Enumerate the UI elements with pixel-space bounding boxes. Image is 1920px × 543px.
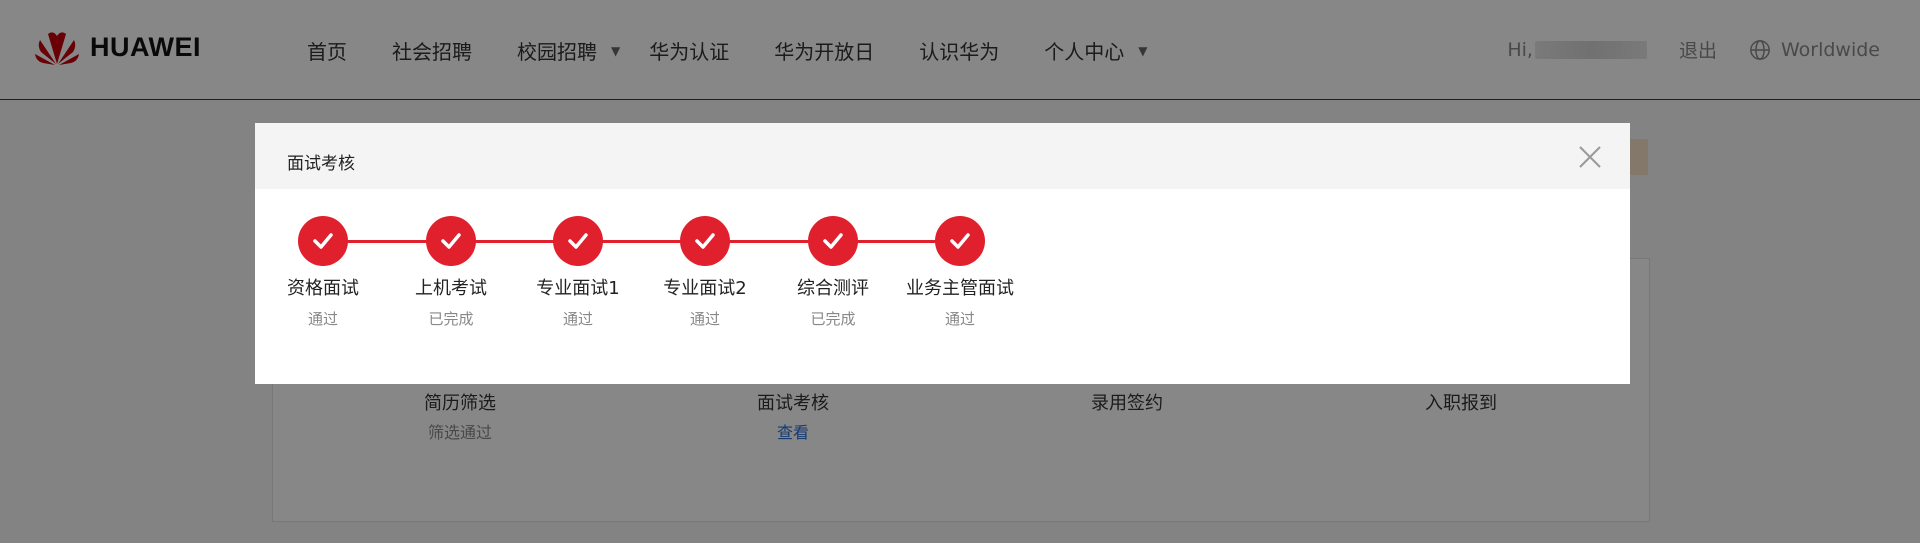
interview-step: 综合测评 已完成 [773, 216, 893, 329]
check-icon [553, 216, 603, 266]
check-icon [808, 216, 858, 266]
close-icon[interactable] [1576, 143, 1604, 171]
interview-modal: 面试考核 资格面试 通过 上机考试 已完成 专业面试1 通过 专业面试2 通过 [255, 123, 1630, 384]
step-status: 通过 [562, 310, 593, 328]
interview-step: 专业面试1 通过 [518, 216, 638, 329]
check-icon [680, 216, 730, 266]
interview-step: 资格面试 通过 [263, 216, 383, 329]
step-label: 综合测评 [797, 278, 869, 299]
interview-step: 上机考试 已完成 [391, 216, 511, 329]
step-label: 专业面试2 [663, 278, 747, 299]
step-status: 通过 [944, 310, 975, 328]
step-status: 已完成 [810, 310, 856, 328]
step-label: 资格面试 [287, 278, 359, 299]
interview-steps: 资格面试 通过 上机考试 已完成 专业面试1 通过 专业面试2 通过 综合测评 … [255, 189, 1630, 384]
interview-step: 业务主管面试 通过 [900, 216, 1020, 329]
step-status: 通过 [689, 310, 720, 328]
step-label: 专业面试1 [536, 278, 620, 299]
check-icon [298, 216, 348, 266]
step-label: 上机考试 [415, 278, 487, 299]
check-icon [426, 216, 476, 266]
step-label: 业务主管面试 [906, 278, 1014, 299]
modal-header: 面试考核 [255, 123, 1630, 189]
step-status: 通过 [307, 310, 338, 328]
interview-step: 专业面试2 通过 [645, 216, 765, 329]
modal-title: 面试考核 [287, 154, 355, 174]
check-icon [935, 216, 985, 266]
step-status: 已完成 [428, 310, 474, 328]
